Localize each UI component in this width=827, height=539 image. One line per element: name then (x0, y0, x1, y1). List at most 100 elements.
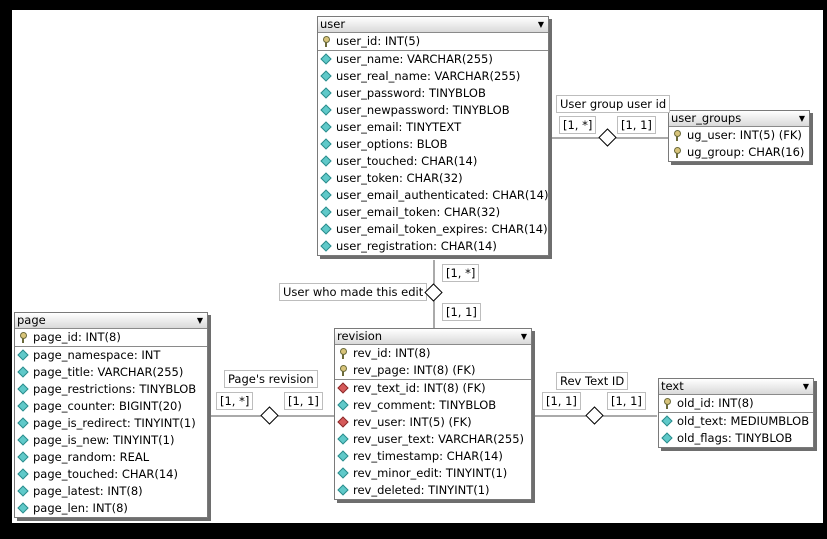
column-label: page_is_new: TINYINT(1) (33, 433, 175, 447)
table-header[interactable]: user ▼ (318, 17, 548, 33)
column-row[interactable]: user_email_token_expires: CHAR(14) (318, 221, 548, 238)
cardinality-label: [1, 1] (607, 392, 646, 410)
column-row[interactable]: page_touched: CHAR(14) (15, 466, 207, 483)
pk-section: user_id: INT(5) (318, 33, 548, 51)
column-label: ug_group: CHAR(16) (687, 145, 805, 159)
column-row[interactable]: page_is_redirect: TINYINT(1) (15, 415, 207, 432)
column-icon (18, 452, 28, 462)
column-icon (321, 241, 331, 251)
table-header[interactable]: user_groups ▼ (669, 111, 809, 127)
column-label: old_text: MEDIUMBLOB (677, 414, 810, 428)
column-label: rev_timestamp: CHAR(14) (353, 449, 503, 463)
column-row[interactable]: user_options: BLOB (318, 136, 548, 153)
chevron-down-icon[interactable]: ▼ (799, 111, 805, 126)
table-user[interactable]: user ▼ user_id: INT(5) user_name: VARCHA… (317, 16, 549, 256)
relationship-label[interactable]: Rev Text ID (556, 372, 629, 390)
column-row[interactable]: user_password: TINYBLOB (318, 85, 548, 102)
column-icon (321, 207, 331, 217)
column-row[interactable]: user_email_authenticated: CHAR(14) (318, 187, 548, 204)
column-icon (18, 435, 28, 445)
table-user-groups[interactable]: user_groups ▼ ug_user: INT(5) (FK) ug_gr… (668, 110, 810, 162)
column-row[interactable]: user_registration: CHAR(14) (318, 238, 548, 255)
column-icon (662, 433, 672, 443)
column-row[interactable]: page_is_new: TINYINT(1) (15, 432, 207, 449)
column-label: user_options: BLOB (336, 137, 448, 151)
column-label: user_password: TINYBLOB (336, 86, 486, 100)
table-text[interactable]: text ▼ old_id: INT(8) old_text: MEDIUMBL… (658, 378, 814, 448)
cardinality-label: [1, *] (216, 392, 254, 410)
column-row[interactable]: page_title: VARCHAR(255) (15, 364, 207, 381)
column-row[interactable]: user_newpassword: TINYBLOB (318, 102, 548, 119)
column-icon (338, 434, 348, 444)
column-label: user_real_name: VARCHAR(255) (336, 69, 521, 83)
relationship-label[interactable]: User group user id (556, 95, 671, 113)
cardinality-label: [1, *] (559, 116, 597, 134)
column-label: page_namespace: INT (33, 348, 161, 362)
foreign-key-icon (338, 383, 348, 393)
foreign-key-icon (338, 417, 348, 427)
column-row[interactable]: rev_minor_edit: TINYINT(1) (335, 465, 531, 482)
column-label: ug_user: INT(5) (FK) (687, 128, 802, 142)
table-header[interactable]: page ▼ (15, 313, 207, 329)
table-header[interactable]: text ▼ (659, 379, 813, 395)
column-row[interactable]: rev_id: INT(8) (335, 345, 531, 362)
column-icon (321, 139, 331, 149)
column-row[interactable]: page_id: INT(8) (15, 329, 207, 346)
relationship-label[interactable]: Page's revision (224, 370, 318, 388)
column-icon (321, 88, 331, 98)
table-page[interactable]: page ▼ page_id: INT(8) page_namespace: I… (14, 312, 208, 518)
pk-section: rev_id: INT(8) rev_page: INT(8) (FK) (335, 345, 531, 380)
relationship-label[interactable]: User who made this edit (279, 283, 428, 301)
column-row[interactable]: user_token: CHAR(32) (318, 170, 548, 187)
column-row[interactable]: rev_deleted: TINYINT(1) (335, 482, 531, 499)
column-icon (18, 486, 28, 496)
chevron-down-icon[interactable]: ▼ (521, 329, 527, 344)
column-row[interactable]: user_name: VARCHAR(255) (318, 51, 548, 68)
column-label: rev_id: INT(8) (353, 346, 431, 360)
column-row[interactable]: page_counter: BIGINT(20) (15, 398, 207, 415)
column-row[interactable]: rev_user_text: VARCHAR(255) (335, 431, 531, 448)
key-icon (662, 398, 672, 409)
column-row[interactable]: ug_group: CHAR(16) (669, 144, 809, 161)
column-row[interactable]: rev_user: INT(5) (FK) (335, 414, 531, 431)
column-label: page_restrictions: TINYBLOB (33, 382, 197, 396)
column-row[interactable]: page_namespace: INT (15, 347, 207, 364)
column-row[interactable]: old_text: MEDIUMBLOB (659, 413, 813, 430)
column-row[interactable]: rev_comment: TINYBLOB (335, 397, 531, 414)
column-row[interactable]: user_touched: CHAR(14) (318, 153, 548, 170)
column-row[interactable]: user_email_token: CHAR(32) (318, 204, 548, 221)
column-icon (18, 503, 28, 513)
column-row[interactable]: page_latest: INT(8) (15, 483, 207, 500)
chevron-down-icon[interactable]: ▼ (538, 17, 544, 32)
table-revision[interactable]: revision ▼ rev_id: INT(8) rev_page: INT(… (334, 328, 532, 500)
pk-section: ug_user: INT(5) (FK) ug_group: CHAR(16) (669, 127, 809, 161)
column-row[interactable]: user_real_name: VARCHAR(255) (318, 68, 548, 85)
column-row[interactable]: old_flags: TINYBLOB (659, 430, 813, 447)
column-label: page_is_redirect: TINYINT(1) (33, 416, 196, 430)
column-row[interactable]: ug_user: INT(5) (FK) (669, 127, 809, 144)
table-header[interactable]: revision ▼ (335, 329, 531, 345)
key-icon (338, 365, 348, 376)
chevron-down-icon[interactable]: ▼ (197, 313, 203, 328)
table-title: text (661, 379, 684, 393)
column-row[interactable]: rev_timestamp: CHAR(14) (335, 448, 531, 465)
column-row[interactable]: user_email: TINYTEXT (318, 119, 548, 136)
column-row[interactable]: rev_text_id: INT(8) (FK) (335, 380, 531, 397)
column-row[interactable]: page_len: INT(8) (15, 500, 207, 517)
column-label: user_email_token: CHAR(32) (336, 205, 501, 219)
column-row[interactable]: page_restrictions: TINYBLOB (15, 381, 207, 398)
column-row[interactable]: old_id: INT(8) (659, 395, 813, 412)
column-row[interactable]: user_id: INT(5) (318, 33, 548, 50)
column-icon (338, 400, 348, 410)
column-row[interactable]: rev_page: INT(8) (FK) (335, 362, 531, 379)
column-label: page_random: REAL (33, 450, 150, 464)
table-title: user (320, 17, 346, 31)
column-row[interactable]: page_random: REAL (15, 449, 207, 466)
key-icon (338, 348, 348, 359)
column-icon (321, 224, 331, 234)
column-icon (321, 122, 331, 132)
column-section: old_text: MEDIUMBLOB old_flags: TINYBLOB (659, 413, 813, 447)
column-label: rev_deleted: TINYINT(1) (353, 483, 490, 497)
chevron-down-icon[interactable]: ▼ (803, 379, 809, 394)
table-title: revision (337, 329, 383, 343)
